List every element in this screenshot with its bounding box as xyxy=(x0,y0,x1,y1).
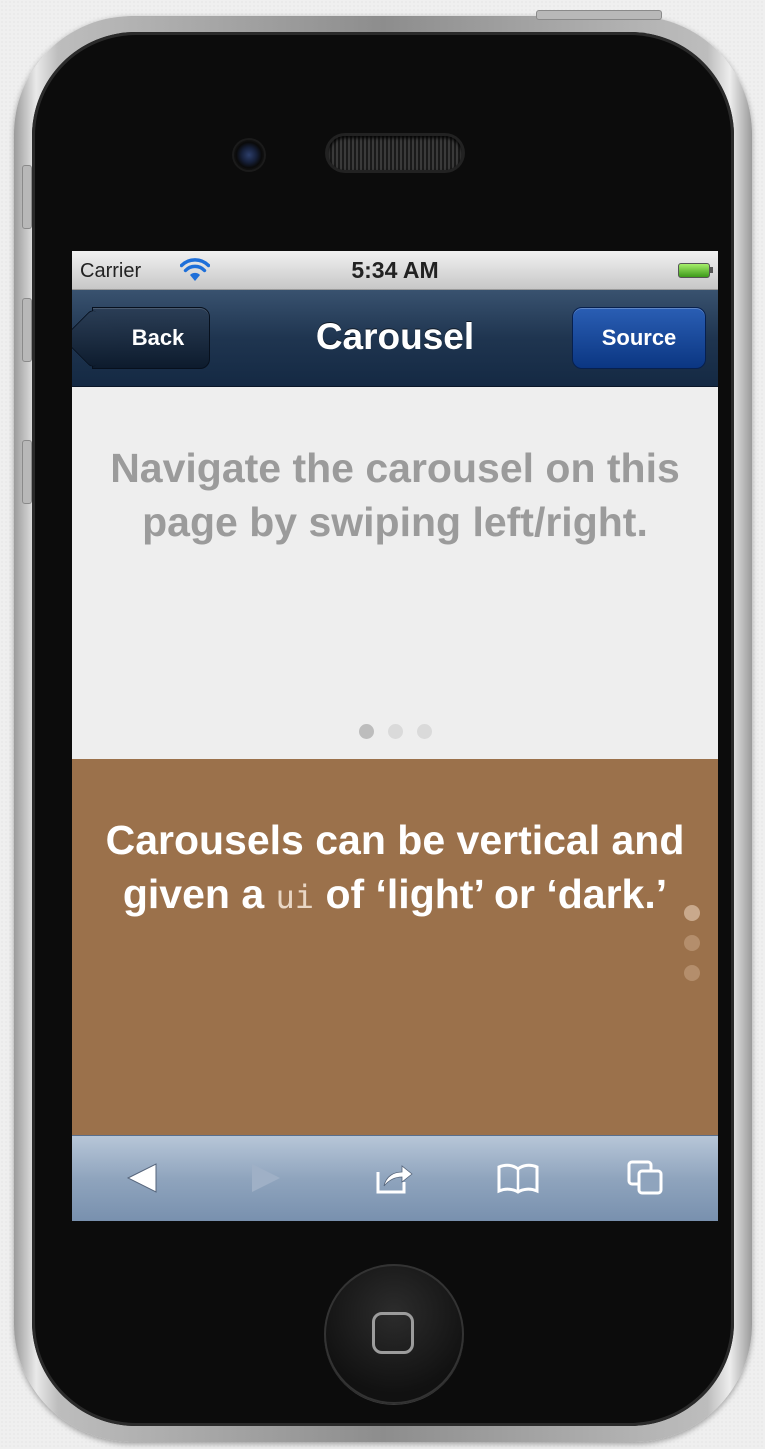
status-bar: Carrier 5:34 AM xyxy=(72,251,718,290)
battery-icon xyxy=(678,263,713,278)
ui-code-token: ui xyxy=(275,878,315,916)
volume-up-button xyxy=(22,298,32,362)
vertical-carousel[interactable]: Carousels can be vertical and given a ui… xyxy=(72,759,718,1135)
home-square-icon xyxy=(372,1312,414,1354)
power-button xyxy=(536,10,662,20)
carousel-page-indicator[interactable] xyxy=(72,724,718,739)
forward-arrow-icon[interactable] xyxy=(244,1158,288,1198)
volume-down-button xyxy=(22,440,32,504)
source-button[interactable]: Source xyxy=(572,307,706,369)
mute-switch xyxy=(22,165,32,229)
share-icon[interactable] xyxy=(372,1158,416,1198)
navigation-bar: Back Carousel Source xyxy=(72,290,718,387)
home-button[interactable] xyxy=(324,1264,464,1404)
status-time: 5:34 AM xyxy=(351,257,439,283)
vertical-text-part-2: of ‘light’ or ‘dark.’ xyxy=(314,871,668,917)
page-dot-1[interactable] xyxy=(358,724,374,739)
vertical-dot-2[interactable] xyxy=(684,935,700,951)
browser-toolbar xyxy=(72,1135,718,1221)
tabs-icon[interactable] xyxy=(624,1158,668,1198)
page-dot-2[interactable] xyxy=(387,724,403,739)
earpiece-speaker xyxy=(328,136,462,170)
page-dot-3[interactable] xyxy=(416,724,432,739)
bookmarks-icon[interactable] xyxy=(496,1158,540,1198)
screen: Carrier 5:34 AM Back Carousel Source Nav… xyxy=(72,251,718,1221)
vertical-dot-3[interactable] xyxy=(684,965,700,981)
vertical-dot-1[interactable] xyxy=(684,905,700,921)
horizontal-carousel[interactable]: Navigate the carousel on this page by sw… xyxy=(72,387,718,759)
carousel-card-text: Navigate the carousel on this page by sw… xyxy=(110,445,680,545)
front-camera xyxy=(234,140,264,170)
back-arrow-icon[interactable] xyxy=(120,1158,164,1198)
vertical-carousel-text: Carousels can be vertical and given a ui… xyxy=(90,813,700,924)
source-button-label: Source xyxy=(601,325,677,350)
back-button-label: Back xyxy=(131,325,185,350)
vertical-page-indicator[interactable] xyxy=(684,905,700,981)
